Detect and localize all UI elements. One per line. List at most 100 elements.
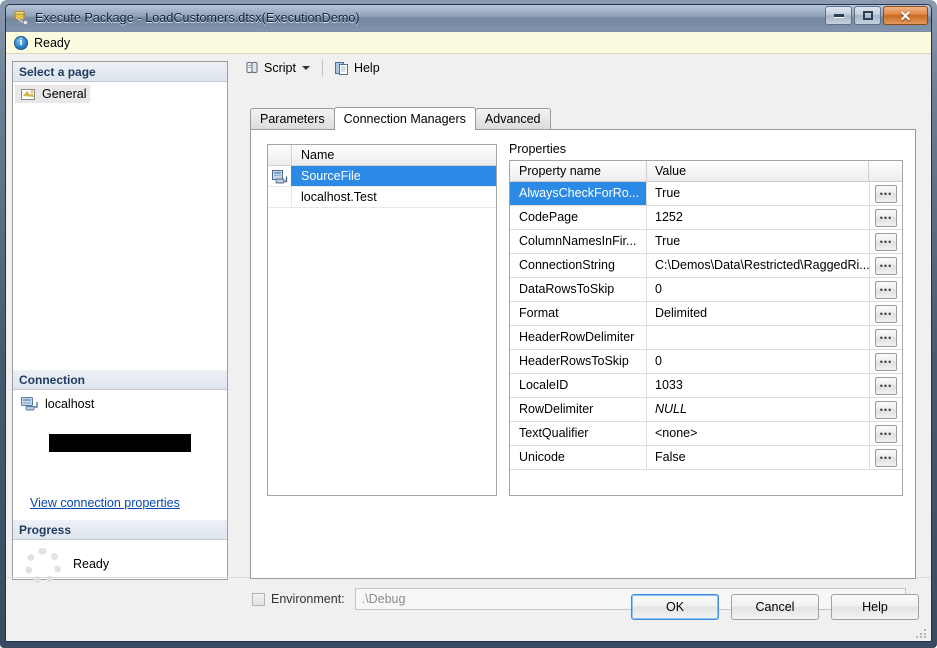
- property-ellipsis-cell: •••: [869, 398, 902, 421]
- minimize-button[interactable]: [825, 6, 852, 25]
- help-label: Help: [353, 61, 380, 75]
- table-row[interactable]: Format Delimited •••: [510, 302, 902, 326]
- property-name-column-header: Property name: [510, 161, 647, 181]
- property-value-cell[interactable]: [647, 326, 869, 349]
- chevron-down-icon[interactable]: [301, 66, 310, 70]
- info-icon: i: [14, 35, 28, 50]
- property-value-cell[interactable]: NULL: [647, 398, 869, 421]
- ellipsis-button[interactable]: •••: [875, 232, 897, 251]
- property-value-cell[interactable]: True: [647, 182, 869, 205]
- property-ellipsis-cell: •••: [869, 302, 902, 325]
- list-item[interactable]: localhost.Test: [268, 187, 496, 208]
- script-label: Script: [264, 61, 296, 75]
- table-row[interactable]: Unicode False •••: [510, 446, 902, 470]
- table-row[interactable]: DataRowsToSkip 0 •••: [510, 278, 902, 302]
- property-value-cell[interactable]: Delimited: [647, 302, 869, 325]
- ellipsis-button[interactable]: •••: [875, 424, 897, 443]
- view-connection-properties-link[interactable]: View connection properties: [30, 496, 180, 510]
- property-name-cell: ConnectionString: [510, 254, 647, 277]
- ellipsis-button[interactable]: •••: [875, 448, 897, 467]
- ellipsis-button[interactable]: •••: [875, 376, 897, 395]
- table-row[interactable]: HeaderRowDelimiter •••: [510, 326, 902, 350]
- property-ellipsis-cell: •••: [869, 182, 902, 205]
- page-general-icon: [21, 87, 37, 101]
- ellipsis-button[interactable]: •••: [875, 208, 897, 227]
- list-item[interactable]: SourceFile: [268, 166, 496, 187]
- property-ellipsis-cell: •••: [869, 326, 902, 349]
- close-button[interactable]: ✕: [883, 6, 928, 25]
- property-ellipsis-cell: •••: [869, 446, 902, 469]
- connection-manager-icon-cell: [268, 166, 292, 186]
- property-value-cell[interactable]: True: [647, 230, 869, 253]
- property-name-cell: LocaleID: [510, 374, 647, 397]
- dialog-body: Select a page General Connection localho…: [6, 55, 931, 641]
- toolbar: Script Help: [234, 55, 925, 81]
- properties-label: Properties: [509, 142, 566, 156]
- table-row[interactable]: CodePage 1252 •••: [510, 206, 902, 230]
- table-row[interactable]: LocaleID 1033 •••: [510, 374, 902, 398]
- status-bar: i Ready: [6, 32, 931, 54]
- property-name-cell: RowDelimiter: [510, 398, 647, 421]
- property-value-cell[interactable]: 0: [647, 350, 869, 373]
- ellipsis-button[interactable]: •••: [875, 352, 897, 371]
- ellipsis-button[interactable]: •••: [875, 328, 897, 347]
- tab-advanced[interactable]: Advanced: [474, 108, 551, 129]
- table-row[interactable]: RowDelimiter NULL •••: [510, 398, 902, 422]
- toolbar-separator: [321, 60, 323, 76]
- environment-selected-value: .\Debug: [361, 592, 406, 606]
- property-name-cell: Format: [510, 302, 647, 325]
- resize-grip[interactable]: [916, 627, 928, 639]
- maximize-button[interactable]: [854, 6, 881, 25]
- help-button-footer[interactable]: Help: [831, 594, 919, 620]
- icon-column-header: [268, 145, 292, 165]
- table-row[interactable]: AlwaysCheckForRo... True •••: [510, 182, 902, 206]
- property-value-cell[interactable]: 0: [647, 278, 869, 301]
- cancel-button[interactable]: Cancel: [731, 594, 819, 620]
- property-name-cell: CodePage: [510, 206, 647, 229]
- property-ellipsis-cell: •••: [869, 254, 902, 277]
- ellipsis-button[interactable]: •••: [875, 280, 897, 299]
- property-name-cell: HeaderRowDelimiter: [510, 326, 647, 349]
- connection-manager-icon: [271, 169, 288, 184]
- property-name-cell: TextQualifier: [510, 422, 647, 445]
- ellipsis-button[interactable]: •••: [875, 400, 897, 419]
- ellipsis-button[interactable]: •••: [875, 256, 897, 275]
- property-value-cell[interactable]: 1033: [647, 374, 869, 397]
- script-button[interactable]: Script: [239, 58, 315, 79]
- ellipsis-button[interactable]: •••: [875, 184, 897, 203]
- window-frame: Execute Package - LoadCustomers.dtsx(Exe…: [0, 0, 937, 648]
- table-row[interactable]: TextQualifier <none> •••: [510, 422, 902, 446]
- property-name-cell: ColumnNamesInFir...: [510, 230, 647, 253]
- tab-strip: Parameters Connection Managers Advanced: [250, 107, 551, 130]
- ok-button[interactable]: OK: [631, 594, 719, 620]
- connection-managers-list: Name SourceFile localhost.Test: [267, 144, 497, 496]
- properties-grid: Property name Value AlwaysCheckForRo... T…: [509, 160, 903, 496]
- table-row[interactable]: HeaderRowsToSkip 0 •••: [510, 350, 902, 374]
- property-value-cell[interactable]: C:\Demos\Data\Restricted\RaggedRi...: [647, 254, 869, 277]
- property-name-cell: AlwaysCheckForRo...: [510, 182, 647, 205]
- server-icon: [21, 396, 39, 411]
- table-row[interactable]: ColumnNamesInFir... True •••: [510, 230, 902, 254]
- property-value-cell[interactable]: 1252: [647, 206, 869, 229]
- help-icon: [334, 61, 350, 76]
- properties-grid-rows: AlwaysCheckForRo... True ••• CodePage 1252 ••…: [510, 182, 902, 470]
- sidebar-item-general[interactable]: General: [15, 85, 91, 103]
- property-value-cell[interactable]: <none>: [647, 422, 869, 445]
- environment-label: Environment:: [271, 592, 345, 606]
- tab-parameters[interactable]: Parameters: [250, 108, 335, 129]
- property-value-column-header: Value: [647, 161, 869, 181]
- name-column-header: Name: [301, 148, 335, 162]
- property-name-cell: Unicode: [510, 446, 647, 469]
- connection-manager-icon-cell: [268, 187, 292, 207]
- ellipsis-button[interactable]: •••: [875, 304, 897, 323]
- progress-section-header: Progress: [13, 520, 227, 540]
- tab-connection-managers[interactable]: Connection Managers: [333, 107, 476, 130]
- environment-checkbox[interactable]: [252, 592, 265, 606]
- connection-server-row: localhost: [13, 390, 227, 411]
- property-ellipsis-cell: •••: [869, 422, 902, 445]
- property-value-cell[interactable]: False: [647, 446, 869, 469]
- list-item-label: SourceFile: [301, 169, 361, 183]
- table-row[interactable]: ConnectionString C:\Demos\Data\Restricted…: [510, 254, 902, 278]
- title-bar[interactable]: Execute Package - LoadCustomers.dtsx(Exe…: [6, 5, 931, 32]
- help-button[interactable]: Help: [330, 58, 385, 79]
